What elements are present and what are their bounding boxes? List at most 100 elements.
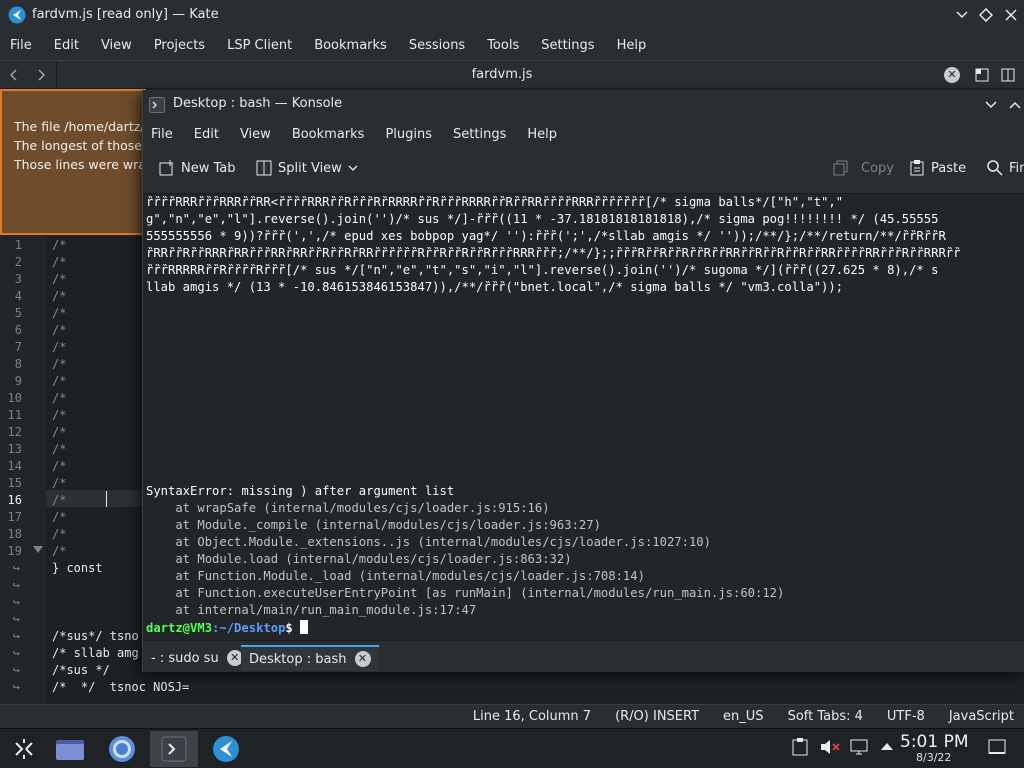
- code-line: /*: [52, 289, 67, 303]
- menu-lsp-client[interactable]: LSP Client: [227, 38, 292, 53]
- code-line: /*: [52, 374, 67, 388]
- clipboard-icon[interactable]: [792, 738, 808, 756]
- menu-view[interactable]: View: [240, 127, 271, 142]
- minimize-icon[interactable]: [956, 9, 968, 21]
- menu-bookmarks[interactable]: Bookmarks: [314, 38, 387, 53]
- menu-help[interactable]: Help: [617, 38, 647, 53]
- paste-button[interactable]: Paste: [909, 160, 966, 176]
- line-number: 3: [14, 272, 22, 286]
- taskbar-chromium[interactable]: [98, 731, 146, 767]
- clock-time[interactable]: 5:01 PM: [900, 732, 969, 752]
- new-tab-button[interactable]: New Tab: [159, 160, 236, 176]
- new-tab-icon: [159, 160, 173, 176]
- split-view-icon[interactable]: [975, 68, 989, 82]
- code-line: /*: [52, 527, 67, 541]
- read-only-notification: The file /home/dartz/ The longest of tho…: [0, 89, 146, 235]
- stack-line: at Object.Module._extensions..js (intern…: [146, 535, 711, 549]
- code-line: /*: [52, 408, 67, 422]
- menu-plugins[interactable]: Plugins: [385, 127, 432, 142]
- indentation-setting[interactable]: Soft Tabs: 4: [788, 709, 863, 724]
- paste-icon: [910, 160, 924, 176]
- application-launcher[interactable]: [0, 731, 48, 767]
- code-line: /*: [52, 510, 67, 524]
- clock-date[interactable]: 8/3/22: [916, 751, 951, 764]
- prompt-symbol: $: [285, 621, 293, 635]
- konsole-app-icon: [149, 97, 165, 113]
- document-tab-fardvm-js[interactable]: fardvm.js: [0, 67, 1004, 82]
- tab-desktop-bash[interactable]: Desktop : bash ✕: [241, 645, 379, 671]
- output-line: llab amgis */ (13 * -10.846153846153847)…: [146, 280, 844, 294]
- menu-projects[interactable]: Projects: [154, 38, 205, 53]
- line-number: 12: [7, 425, 22, 439]
- volume-muted-icon[interactable]: [820, 738, 840, 756]
- line-number: 10: [7, 391, 22, 405]
- menu-settings[interactable]: Settings: [541, 38, 594, 53]
- taskbar: 5:01 PM 8/3/22: [0, 728, 1024, 768]
- menu-file[interactable]: File: [10, 38, 32, 53]
- line-number: 4: [14, 289, 22, 303]
- show-desktop-icon[interactable]: [988, 739, 1006, 755]
- maximize-icon[interactable]: [1009, 99, 1021, 111]
- chevron-up-icon[interactable]: [880, 741, 894, 751]
- menu-settings[interactable]: Settings: [453, 127, 506, 142]
- new-tab-label: New Tab: [181, 160, 236, 176]
- taskbar-dolphin[interactable]: [46, 731, 94, 767]
- wrap-marker-icon: ↪: [12, 629, 20, 643]
- close-tab-icon[interactable]: ✕: [944, 67, 960, 83]
- menu-help[interactable]: Help: [527, 127, 557, 142]
- code-line: /*: [52, 238, 67, 252]
- terminal-output[interactable]: ȑȑȑȑRRRȑȑȑRRRȑȑRR<ȑȑȑȑRRRȑȑRȑȑȑRȑRRRRȑȑR…: [143, 194, 1024, 640]
- error-line: SyntaxError: missing ) after argument li…: [146, 484, 455, 498]
- taskbar-konsole[interactable]: [150, 731, 198, 767]
- menu-tools[interactable]: Tools: [487, 38, 519, 53]
- kate-tabbar: fardvm.js ✕: [0, 60, 1024, 89]
- line-number: 14: [7, 459, 22, 473]
- line-number: 8: [14, 357, 22, 371]
- split-horizontal-icon[interactable]: [1001, 68, 1015, 82]
- menu-edit[interactable]: Edit: [194, 127, 219, 142]
- launcher-icon: [15, 739, 33, 759]
- menu-edit[interactable]: Edit: [54, 38, 79, 53]
- file-encoding[interactable]: UTF-8: [887, 709, 925, 724]
- close-icon[interactable]: [1004, 8, 1018, 22]
- kate-titlebar[interactable]: fardvm.js [read only] — Kate: [0, 0, 1024, 30]
- line-number: 17: [7, 510, 22, 524]
- kate-statusbar: Line 16, Column 7 (R/O) INSERT en_US Sof…: [0, 704, 1024, 728]
- menu-bookmarks[interactable]: Bookmarks: [292, 127, 365, 142]
- stack-line: at wrapSafe (internal/modules/cjs/loader…: [146, 501, 550, 515]
- kate-app-icon: [8, 6, 26, 24]
- network-icon[interactable]: [850, 738, 870, 756]
- minimize-icon[interactable]: [985, 99, 997, 111]
- search-icon: [987, 160, 1003, 176]
- copy-button[interactable]: Copy: [833, 160, 894, 176]
- dictionary-language[interactable]: en_US: [723, 709, 764, 724]
- stack-line: at Function.Module._load (internal/modul…: [146, 569, 645, 583]
- konsole-titlebar[interactable]: Desktop : bash — Konsole: [143, 90, 1024, 120]
- menu-sessions[interactable]: Sessions: [409, 38, 465, 53]
- code-line: /*sus */: [52, 663, 110, 677]
- split-view-label: Split View: [278, 160, 342, 176]
- menu-view[interactable]: View: [101, 38, 132, 53]
- line-number: 13: [7, 442, 22, 456]
- input-mode[interactable]: (R/O) INSERT: [615, 709, 699, 724]
- code-line: /*: [52, 340, 67, 354]
- code-line: /* */ tsnoc NOSJ=: [52, 680, 190, 694]
- shell-prompt: dartz@VM3:~/Desktop$: [146, 620, 309, 635]
- stack-line: at Function.executeUserEntryPoint [as ru…: [146, 586, 785, 600]
- tab-sudo-su[interactable]: - : sudo su ✕: [143, 645, 251, 671]
- syntax-mode[interactable]: JavaScript: [949, 709, 1014, 724]
- konsole-tabbar: - : sudo su ✕ Desktop : bash ✕: [143, 640, 1024, 672]
- tab-label: Desktop : bash: [249, 651, 347, 667]
- output-line: ȑȑȑRRRRRȑȑRȑȑȑȑRȑȑȑ[/* sus */["n","e","t…: [146, 263, 939, 277]
- menu-file[interactable]: File: [151, 127, 173, 142]
- cursor-position[interactable]: Line 16, Column 7: [473, 709, 591, 724]
- find-label: Fin: [1009, 160, 1024, 176]
- code-line: /* sllab amg: [52, 646, 139, 660]
- find-button[interactable]: Fin: [987, 160, 1024, 176]
- fold-arrow-icon[interactable]: [33, 546, 43, 554]
- float-icon[interactable]: [979, 8, 993, 22]
- close-tab-icon[interactable]: ✕: [354, 651, 371, 667]
- taskbar-kate[interactable]: [202, 731, 250, 767]
- output-line: ȑȑȑȑRRRȑȑȑRRRȑȑRR<ȑȑȑȑRRRȑȑRȑȑȑRȑRRRRȑȑR…: [146, 195, 844, 209]
- split-view-button[interactable]: Split View: [256, 160, 358, 176]
